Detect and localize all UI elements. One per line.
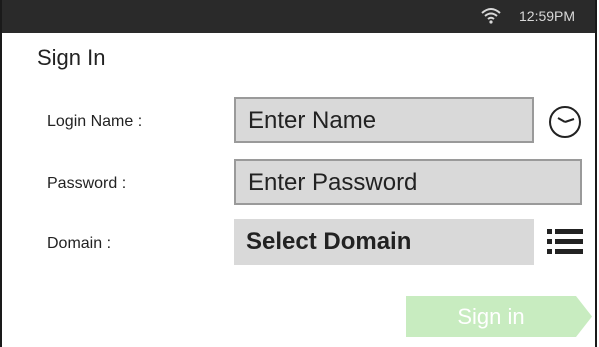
wifi-icon — [481, 8, 501, 24]
status-time: 12:59PM — [519, 8, 576, 24]
status-bar: 12:59PM — [2, 0, 595, 33]
sign-in-button-label: Sign in — [457, 304, 525, 329]
domain-label: Domain : — [47, 235, 112, 252]
page-title: Sign In — [37, 45, 106, 70]
password-input[interactable]: Enter Password — [234, 159, 582, 205]
password-label: Password : — [47, 175, 127, 192]
login-name-input[interactable]: Enter Name — [234, 97, 534, 143]
list-icon[interactable] — [547, 226, 583, 258]
sign-in-button[interactable]: Sign in — [406, 296, 592, 337]
login-name-label: Login Name : — [47, 113, 143, 130]
clock-icon[interactable] — [547, 104, 583, 140]
sign-in-screen: 12:59PM Sign In Login Name : Enter Name … — [0, 0, 597, 347]
domain-select[interactable]: Select Domain — [234, 219, 534, 265]
